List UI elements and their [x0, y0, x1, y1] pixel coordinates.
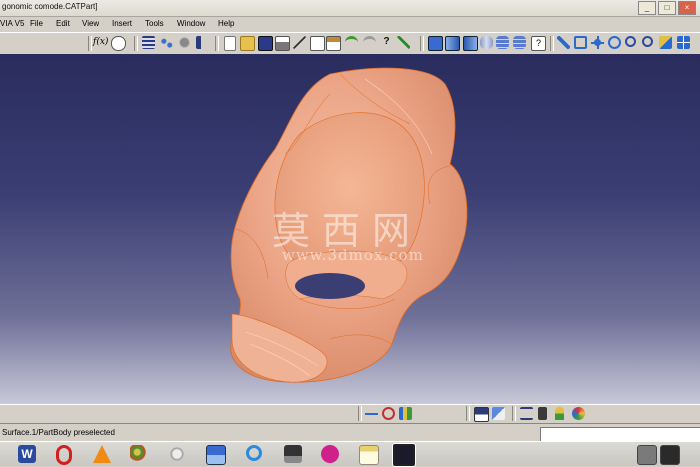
main-toolbar: f(x) ? ? — [0, 32, 700, 55]
save-icon[interactable] — [258, 36, 273, 51]
title-bar: gonomic comode.CATPart] _ □ × — [0, 0, 700, 17]
window-title: gonomic comode.CATPart] — [2, 2, 98, 11]
notes-icon[interactable] — [359, 445, 379, 465]
database-icon[interactable] — [496, 36, 509, 49]
monitor-icon[interactable] — [284, 445, 302, 463]
toolbar-separator — [420, 36, 424, 51]
menu-insert[interactable]: Insert — [112, 19, 132, 28]
scan-icon[interactable] — [399, 407, 412, 420]
opera-icon[interactable] — [56, 445, 72, 465]
status-message: Surface.1/PartBody preselected — [2, 428, 115, 437]
cut-icon[interactable] — [293, 36, 306, 49]
toolbar-separator — [512, 406, 516, 421]
measure-icon[interactable] — [365, 407, 378, 420]
help-icon[interactable]: ? — [531, 36, 546, 51]
rotate-icon[interactable] — [608, 36, 621, 49]
toolbar-separator — [550, 36, 554, 51]
knowledge-icon[interactable] — [111, 36, 126, 51]
status-bar: Surface.1/PartBody preselected — [0, 423, 700, 442]
cube-view-icon[interactable] — [428, 36, 443, 51]
database-icon[interactable] — [513, 36, 526, 49]
qq-icon[interactable] — [321, 445, 339, 463]
compass-icon[interactable] — [520, 407, 533, 420]
command-input[interactable] — [540, 427, 700, 442]
ie-icon[interactable] — [246, 445, 262, 461]
imageviewer-icon[interactable] — [206, 445, 226, 465]
render-icon[interactable] — [572, 407, 585, 420]
3d-viewport[interactable]: 莫西网 www.3dmox.com — [0, 54, 700, 404]
table-icon[interactable] — [142, 36, 155, 49]
cylinder-icon[interactable] — [480, 36, 493, 49]
tools-icon[interactable] — [474, 407, 489, 422]
menu-tools[interactable]: Tools — [145, 19, 164, 28]
app-b-icon[interactable] — [660, 445, 680, 465]
menu-help[interactable]: Help — [218, 19, 234, 28]
light-icon[interactable] — [555, 407, 564, 420]
whats-this-icon[interactable]: ? — [380, 36, 393, 49]
iso-view-icon[interactable] — [445, 36, 460, 51]
word-icon[interactable]: W — [18, 445, 36, 463]
catia-icon[interactable] — [392, 443, 416, 467]
network-icon[interactable] — [168, 445, 186, 463]
fit-all-icon[interactable] — [574, 36, 587, 49]
layout-icon[interactable] — [196, 36, 209, 49]
app-a-icon[interactable] — [637, 445, 657, 465]
zoom-in-icon[interactable] — [625, 36, 636, 47]
toolbar-separator — [215, 36, 219, 51]
pan-icon[interactable] — [591, 36, 604, 49]
minimize-button[interactable]: _ — [638, 1, 656, 15]
bottom-toolbar — [0, 404, 700, 423]
menu-bar: VIA V5 File Edit View Insert Tools Windo… — [0, 17, 700, 31]
taskbar: W — [0, 441, 700, 467]
dimension-icon[interactable] — [382, 407, 395, 420]
front-view-icon[interactable] — [463, 36, 478, 51]
toolbar-separator — [134, 36, 138, 51]
menu-edit[interactable]: Edit — [56, 19, 70, 28]
open-icon[interactable] — [240, 36, 255, 51]
toolbar-separator — [358, 406, 362, 421]
redo-icon[interactable] — [363, 36, 376, 52]
new-icon[interactable] — [224, 36, 236, 51]
watermark-url: www.3dmox.com — [282, 246, 424, 264]
toolbar-separator — [466, 406, 470, 421]
paint-icon[interactable] — [130, 445, 148, 463]
menu-window[interactable]: Window — [177, 19, 205, 28]
print-icon[interactable] — [275, 36, 290, 51]
vlc-icon[interactable] — [93, 445, 111, 463]
maximize-button[interactable]: □ — [658, 1, 676, 15]
catalog-icon[interactable] — [178, 36, 191, 49]
formula-icon[interactable]: f(x) — [93, 37, 108, 47]
multi-view-icon[interactable] — [677, 36, 690, 49]
menu-view[interactable]: View — [82, 19, 99, 28]
tree-icon[interactable] — [160, 36, 173, 49]
bolt-icon[interactable] — [538, 407, 547, 420]
undo-icon[interactable] — [345, 36, 358, 52]
eraser-icon[interactable] — [492, 407, 505, 420]
seat-opening — [295, 273, 365, 299]
toolbar-separator — [88, 36, 92, 51]
paste-icon[interactable] — [326, 36, 341, 51]
menu-app[interactable]: VIA V5 — [0, 19, 24, 28]
zoom-out-icon[interactable] — [642, 36, 653, 47]
menu-file[interactable]: File — [30, 19, 43, 28]
normal-view-icon[interactable] — [659, 36, 672, 49]
fly-mode-icon[interactable] — [557, 36, 570, 49]
copy-icon[interactable] — [310, 36, 325, 51]
close-button[interactable]: × — [678, 1, 696, 15]
sketch-icon[interactable] — [397, 36, 410, 49]
